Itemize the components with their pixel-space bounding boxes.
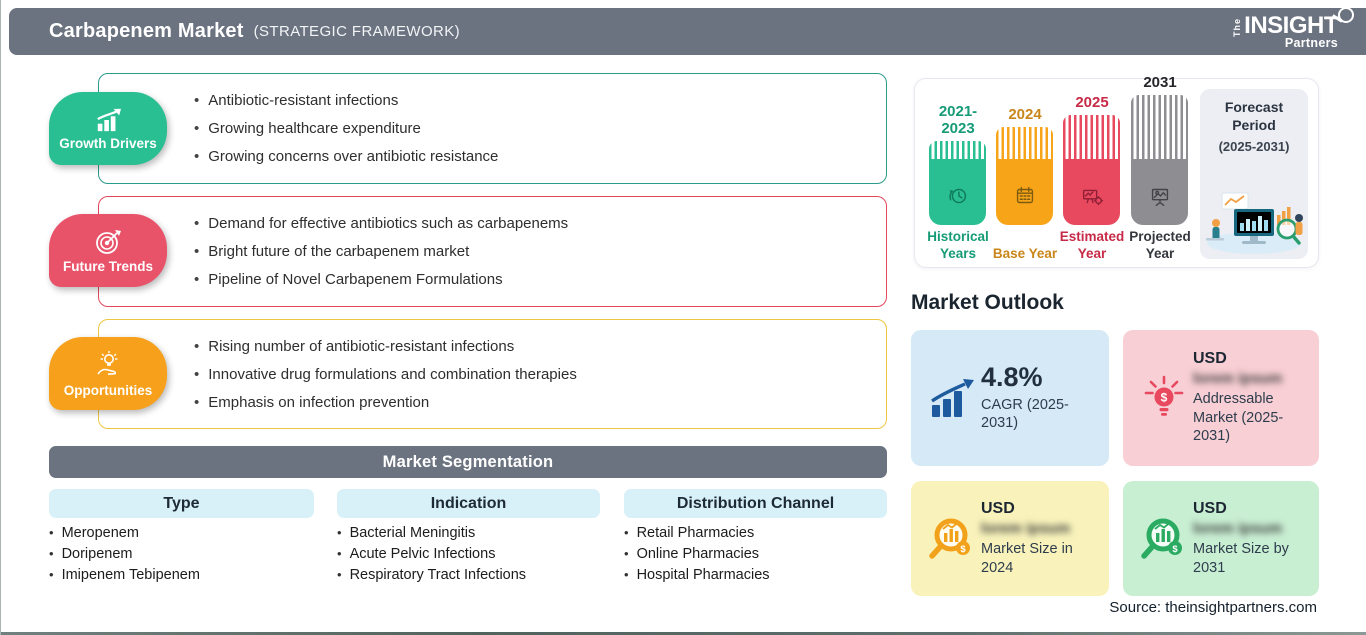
list-item: Meropenem	[49, 525, 200, 546]
timeline-bar-historical	[929, 141, 986, 225]
growth-chart-icon	[931, 379, 974, 417]
segment-column-header-indication: Indication	[337, 489, 600, 518]
cagr-value: 4.8%	[981, 361, 1043, 392]
currency-label: USD	[1193, 349, 1227, 367]
list-item: Bacterial Meningitis	[337, 525, 526, 546]
growth-drivers-box: Antibiotic-resistant infections Growing …	[98, 73, 887, 184]
timeline-year: 2025	[1075, 94, 1109, 111]
timeline-caption: Projected Year	[1129, 229, 1191, 262]
magnifier-chart-icon: $	[1141, 518, 1182, 559]
market-size-2031-card: $ USD lorem ipsum Market Size by 2031	[1123, 481, 1319, 596]
forecast-period-range: (2025-2031)	[1218, 139, 1290, 154]
timeline-caption: Historical Years	[927, 229, 989, 262]
currency-label: USD	[981, 499, 1015, 517]
svg-text:$: $	[960, 544, 966, 555]
timeline-chart: 2021-2023 Historical Years 2024 Base Yea…	[927, 74, 1203, 263]
list-item: Doripenem	[49, 546, 200, 567]
future-trends-box: Demand for effective antibiotics such as…	[98, 196, 887, 307]
card-caption: Market Size in 2024	[981, 540, 1073, 576]
magnifier-circle-icon	[1338, 6, 1354, 23]
analytics-illustration	[1206, 192, 1303, 254]
list-item: Acute Pelvic Infections	[337, 546, 526, 567]
logo-main: INSIGHT Partners	[1244, 6, 1354, 50]
timeline-card: 2021-2023 Historical Years 2024 Base Yea…	[914, 74, 1319, 268]
segment-column-header-distribution: Distribution Channel	[624, 489, 887, 518]
timeline-bar-projected	[1131, 95, 1188, 225]
svg-text:$: $	[1172, 544, 1178, 555]
badge-label: Future Trends	[62, 258, 153, 274]
logo-insight-text: INSIGHT	[1244, 11, 1338, 39]
list-item: Bright future of the carbapenem market	[194, 243, 886, 260]
cagr-card: 4.8% CAGR (2025-2031)	[911, 330, 1109, 466]
distribution-channel-list: Retail Pharmacies Online Pharmacies Hosp…	[624, 525, 770, 588]
list-item: Growing concerns over antibiotic resista…	[194, 148, 886, 165]
monitor-gear-icon	[1082, 189, 1103, 206]
timeline-year: 2024	[1008, 106, 1042, 123]
list-item: Growing healthcare expenditure	[194, 120, 886, 137]
timeline-year: 2031	[1143, 74, 1177, 91]
source-attribution: Source: theinsightpartners.com	[1109, 599, 1317, 616]
presentation-icon	[1151, 188, 1168, 206]
list-item: Rising number of antibiotic-resistant in…	[194, 338, 886, 355]
list-item: Hospital Pharmacies	[624, 567, 770, 588]
opportunities-box: Rising number of antibiotic-resistant in…	[98, 319, 887, 429]
logo-the-text: The	[1232, 17, 1243, 37]
list-item: Innovative drug formulations and combina…	[194, 366, 886, 383]
list-item: Pipeline of Novel Carbapenem Formulation…	[194, 271, 886, 288]
timeline-caption: Estimated Year	[1059, 229, 1125, 262]
header-bar: Carbapenem Market (STRATEGIC FRAMEWORK) …	[9, 6, 1366, 55]
timeline-year: 2021-2023	[938, 103, 978, 137]
segment-column-header-type: Type	[49, 489, 314, 518]
list-item: Antibiotic-resistant infections	[194, 92, 886, 109]
calendar-icon	[1016, 186, 1033, 204]
market-outlook-title: Market Outlook	[911, 291, 1064, 314]
timeline-bar-estimated	[1063, 115, 1120, 225]
indication-list: Bacterial Meningitis Acute Pelvic Infect…	[337, 525, 527, 588]
list-item: Demand for effective antibiotics such as…	[194, 215, 886, 232]
list-item: Imipenem Tebipenem	[49, 567, 200, 588]
hand-bulb-icon	[97, 350, 118, 375]
list-item: Emphasis on infection prevention	[194, 394, 886, 411]
target-dart-icon	[96, 229, 121, 254]
page-subtitle: (STRATEGIC FRAMEWORK)	[253, 23, 461, 40]
growth-drivers-badge: Growth Drivers	[49, 92, 167, 165]
carbapenem-market-slide: Carbapenem Market (STRATEGIC FRAMEWORK) …	[0, 0, 1366, 635]
badge-label: Opportunities	[63, 382, 153, 398]
cagr-caption: CAGR (2025-2031)	[981, 396, 1069, 432]
card-caption: Market Size by 2031	[1193, 540, 1289, 576]
timeline-bar-base	[996, 127, 1053, 225]
list-item: Respiratory Tract Infections	[337, 567, 527, 588]
svg-text:$: $	[1161, 391, 1168, 405]
badge-label: Growth Drivers	[59, 135, 157, 151]
forecast-period-title: Forecast Period	[1224, 99, 1284, 133]
opportunities-badge: Opportunities	[49, 337, 167, 410]
addressable-market-card: $ USD lorem ipsum Addressable Market (20…	[1123, 330, 1319, 466]
blurred-market-value: lorem ipsum	[1193, 369, 1283, 387]
currency-label: USD	[1193, 499, 1227, 517]
page-title: Carbapenem Market	[49, 20, 244, 42]
magnifier-chart-icon: $	[929, 518, 970, 559]
card-caption: Addressable Market (2025-2031)	[1193, 390, 1284, 445]
list-item: Retail Pharmacies	[624, 525, 770, 546]
list-item: Online Pharmacies	[624, 546, 770, 567]
timeline-caption: Base Year	[992, 246, 1058, 262]
future-trends-badge: Future Trends	[49, 214, 167, 287]
insight-partners-logo: The INSIGHT Partners	[1232, 6, 1354, 50]
clock-icon	[948, 188, 966, 204]
bar-chart-arrow-icon	[97, 108, 121, 131]
blurred-market-value: lorem ipsum	[1193, 519, 1283, 537]
forecast-period-panel: Forecast Period (2025-2031)	[1200, 89, 1308, 259]
bulb-dollar-icon: $	[1144, 375, 1184, 416]
market-size-2024-card: $ USD lorem ipsum Market Size in 2024	[911, 481, 1109, 596]
market-segmentation-header: Market Segmentation	[49, 446, 887, 478]
type-list: Meropenem Doripenem Imipenem Tebipenem	[49, 525, 200, 588]
blurred-market-value: lorem ipsum	[981, 519, 1071, 537]
